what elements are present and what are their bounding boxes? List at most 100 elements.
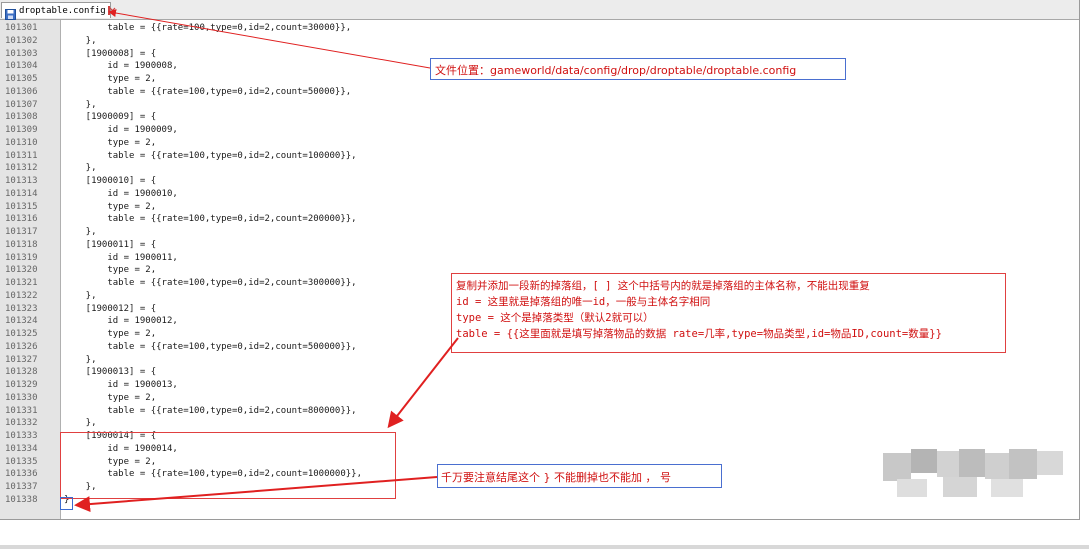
line-number: 101329 [5, 380, 38, 390]
save-icon [5, 5, 16, 20]
line-code: type = 2, [64, 392, 157, 403]
line-number: 101319 [5, 252, 38, 263]
line-number: 101333 [5, 431, 38, 441]
code-line: 101309 id = 1900009, [0, 124, 1079, 137]
line-number: 101308 [5, 112, 38, 123]
tab-droptable-config[interactable]: droptable.config [1, 2, 116, 20]
line-code: }, [64, 482, 97, 492]
line-number: 101301 [5, 23, 38, 33]
code-line: 101314 id = 1900010, [0, 188, 1079, 201]
file-location-text: 文件位置：gameworld/data/config/drop/droptabl… [435, 64, 797, 77]
line-code: table = {{rate=100,type=0,id=2,count=500… [64, 341, 357, 352]
code-line: 101319 id = 1900011, [0, 252, 1079, 265]
tab-title: droptable.config [19, 5, 106, 16]
instruction-line-1: 复制并添加一段新的掉落组，[ ] 这个中括号内的就是掉落组的主体名称，不能出现重… [456, 280, 870, 292]
line-code: type = 2, [64, 74, 157, 84]
instruction-line-2: id = 这里就是掉落组的唯一id，一般与主体名字相同 [456, 296, 711, 308]
line-number: 101310 [5, 137, 38, 148]
line-code: id = 1900010, [64, 188, 178, 199]
code-editor[interactable]: 101301 table = {{rate=100,type=0,id=2,co… [0, 20, 1079, 519]
line-code: table = {{rate=100,type=0,id=2,count=300… [64, 278, 357, 288]
line-code: [1900012] = { [64, 303, 157, 314]
line-code: type = 2, [64, 329, 157, 339]
line-code: [1900008] = { [64, 48, 157, 59]
code-line: 101315 type = 2, [0, 201, 1079, 214]
line-code: type = 2, [64, 201, 157, 212]
line-code: }, [64, 99, 97, 110]
line-number: 101323 [5, 303, 38, 314]
code-line: 101331 table = {{rate=100,type=0,id=2,co… [0, 405, 1079, 418]
line-code: }, [64, 354, 97, 365]
close-icon[interactable] [107, 6, 116, 15]
line-number: 101317 [5, 227, 38, 237]
line-number: 101325 [5, 329, 38, 339]
line-number: 101322 [5, 290, 38, 301]
line-number: 101315 [5, 201, 38, 212]
instruction-line-4: table = {{这里面就是填写掉落物品的数据 rate=几率,type=物品… [456, 328, 942, 340]
line-code: }, [64, 418, 97, 429]
line-number: 101326 [5, 341, 38, 352]
file-location-callout: 文件位置：gameworld/data/config/drop/droptabl… [430, 58, 846, 80]
code-line: 101318 [1900011] = { [0, 239, 1079, 252]
line-code: type = 2, [64, 265, 157, 276]
instructions-callout: 复制并添加一段新的掉落组，[ ] 这个中括号内的就是掉落组的主体名称，不能出现重… [451, 273, 1006, 353]
line-number: 101316 [5, 214, 38, 225]
code-line: 101329 id = 1900013, [0, 379, 1079, 392]
code-line: 101328 [1900013] = { [0, 366, 1079, 379]
line-code: id = 1900008, [64, 61, 178, 72]
code-line: 101330 type = 2, [0, 392, 1079, 405]
code-line: 101312 }, [0, 162, 1079, 175]
line-code: type = 2, [64, 456, 157, 467]
code-line: 101316 table = {{rate=100,type=0,id=2,co… [0, 213, 1079, 226]
line-number: 101338 [5, 494, 38, 505]
line-number: 101337 [5, 482, 38, 492]
code-line: 101310 type = 2, [0, 137, 1079, 150]
code-line: 101302 }, [0, 35, 1079, 48]
line-number: 101313 [5, 176, 38, 186]
line-code: type = 2, [64, 137, 157, 148]
line-number: 101318 [5, 239, 38, 250]
line-number: 101330 [5, 392, 38, 403]
line-code: [1900010] = { [64, 176, 157, 186]
line-number: 101302 [5, 35, 38, 46]
line-code: table = {{rate=100,type=0,id=2,count=100… [64, 469, 363, 480]
line-number: 101312 [5, 163, 38, 174]
line-number: 101314 [5, 188, 38, 199]
line-code: }, [64, 35, 97, 46]
line-code: table = {{rate=100,type=0,id=2,count=300… [64, 23, 352, 33]
line-code: [1900009] = { [64, 112, 157, 123]
blurred-watermark [883, 449, 1065, 501]
closing-brace-highlight [60, 497, 73, 510]
line-number: 101304 [5, 61, 38, 72]
line-code: id = 1900013, [64, 380, 178, 390]
line-code: id = 1900014, [64, 443, 178, 454]
line-code: table = {{rate=100,type=0,id=2,count=800… [64, 405, 357, 416]
line-number: 101336 [5, 469, 38, 480]
line-code: table = {{rate=100,type=0,id=2,count=200… [64, 214, 357, 225]
line-number: 101327 [5, 354, 38, 365]
line-code: [1900013] = { [64, 367, 157, 378]
line-number: 101306 [5, 86, 38, 97]
line-number: 101335 [5, 456, 38, 467]
code-line: 101311 table = {{rate=100,type=0,id=2,co… [0, 150, 1079, 163]
code-line: 101307 }, [0, 99, 1079, 112]
line-number: 101324 [5, 316, 38, 327]
line-number: 101303 [5, 48, 38, 59]
line-number: 101305 [5, 74, 38, 84]
code-line: 101308 [1900009] = { [0, 111, 1079, 124]
instruction-line-3: type = 这个是掉落类型（默认2就可以） [456, 312, 654, 324]
line-code: table = {{rate=100,type=0,id=2,count=500… [64, 86, 352, 97]
line-number: 101311 [5, 150, 38, 161]
line-code: table = {{rate=100,type=0,id=2,count=100… [64, 150, 357, 161]
line-code: [1900014] = { [64, 431, 157, 441]
line-code: }, [64, 290, 97, 301]
warning-text: 千万要注意结尾这个 } 不能删掉也不能加 ， 号 [441, 471, 671, 484]
line-code: [1900011] = { [64, 239, 157, 250]
line-number: 101328 [5, 367, 38, 378]
line-number: 101332 [5, 418, 38, 429]
tab-bar: droptable.config [0, 0, 1079, 20]
line-code: }, [64, 163, 97, 174]
line-number: 101334 [5, 443, 38, 454]
line-code: id = 1900009, [64, 125, 178, 135]
line-code: }, [64, 227, 97, 237]
